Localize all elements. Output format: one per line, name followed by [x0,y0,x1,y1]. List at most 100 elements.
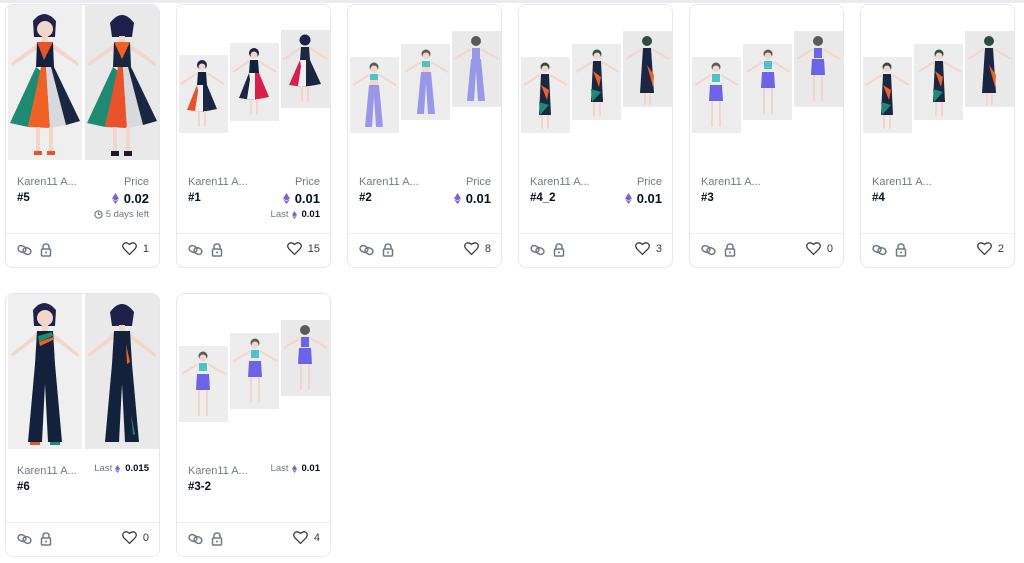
ethereum-icon [453,193,461,204]
card-footer: 8 [348,233,501,267]
card-info: Karen11 A... #5 Price 0.02 5 days left [6,160,159,236]
favorite-count: 1 [142,242,149,255]
collection-name[interactable]: Karen11 A... [872,176,932,188]
collection-name[interactable]: Karen11 A... [701,176,761,188]
ethereum-icon [282,193,290,204]
time-left: 5 days left [94,209,149,220]
link-icon[interactable] [359,243,374,257]
card-info: Karen11 A... #2 Price 0.01 [348,160,501,236]
collection-name[interactable]: Karen11 A... [188,176,248,188]
lock-icon[interactable] [895,243,907,257]
card-info: Karen11 A... #1 Price 0.01 Last 0.01 [177,160,330,236]
price-label: Price [294,176,320,188]
link-icon[interactable] [872,243,887,257]
lock-icon[interactable] [553,243,565,257]
link-icon[interactable] [188,532,203,546]
nft-card[interactable]: Karen11 A... #6 Last 0.015 0 [5,293,160,557]
nft-card[interactable]: Karen11 A... #3-2 Last 0.01 4 [176,293,331,557]
collection-name[interactable]: Karen11 A... [359,176,419,188]
token-name[interactable]: #6 [17,481,30,493]
price-amount: 0.02 [123,191,149,206]
lock-icon[interactable] [211,243,223,257]
nft-image [179,320,330,422]
token-name[interactable]: #3-2 [188,481,211,493]
token-name[interactable]: #4_2 [530,192,556,204]
token-name[interactable]: #1 [188,192,201,204]
heart-icon [805,242,821,255]
nft-image [521,31,672,133]
last-amount: 0.015 [125,463,149,474]
link-icon[interactable] [17,243,32,257]
last-amount: 0.01 [301,463,321,474]
ethereum-icon [111,193,119,204]
link-icon[interactable] [701,243,716,257]
favorite-count: 15 [307,242,320,255]
heart-icon [634,242,650,255]
collection-name[interactable]: Karen11 A... [17,465,77,477]
nft-card[interactable]: Karen11 A... #4 2 [860,4,1015,268]
collection-name[interactable]: Karen11 A... [17,176,77,188]
nft-card[interactable]: Karen11 A... #1 Price 0.01 Last 0.01 15 [176,4,331,268]
lock-icon[interactable] [40,243,52,257]
token-name[interactable]: #3 [701,192,714,204]
last-sale: Last 0.015 [94,463,149,474]
link-icon[interactable] [530,243,545,257]
lock-icon[interactable] [382,243,394,257]
token-name[interactable]: #2 [359,192,372,204]
lock-icon[interactable] [211,532,223,546]
nft-preview[interactable] [519,5,672,160]
nft-card[interactable]: Karen11 A... #3 0 [689,4,844,268]
heart-icon [463,242,479,255]
favorite-button[interactable]: 0 [805,242,833,255]
last-label: Last [94,463,113,474]
favorite-button[interactable]: 2 [976,242,1004,255]
price-label: Price [465,176,491,188]
favorite-count: 8 [484,242,491,255]
card-footer: 3 [519,233,672,267]
last-sale: Last 0.01 [271,209,320,220]
card-footer: 0 [690,233,843,267]
nft-preview[interactable] [177,5,330,160]
time-left-text: 5 days left [105,209,149,220]
heart-icon [121,531,137,544]
ethereum-icon [115,464,121,473]
nft-preview[interactable] [6,294,159,449]
nft-preview[interactable] [861,5,1014,160]
price-value: 0.02 [111,191,149,206]
nft-card[interactable]: Karen11 A... #2 Price 0.01 8 [347,4,502,268]
nft-image [179,30,330,133]
lock-icon[interactable] [40,532,52,546]
nft-image [8,294,159,449]
nft-image [8,5,159,160]
link-icon[interactable] [188,243,203,257]
heart-icon [121,242,137,255]
nft-preview[interactable] [177,294,330,449]
link-icon[interactable] [17,532,32,546]
nft-preview[interactable] [348,5,501,160]
nft-card[interactable]: Karen11 A... #4_2 Price 0.01 3 [518,4,673,268]
favorite-button[interactable]: 1 [121,242,149,255]
favorite-button[interactable]: 0 [121,531,149,544]
ethereum-icon [291,464,297,473]
collection-name[interactable]: Karen11 A... [188,465,248,477]
nft-preview[interactable] [6,5,159,160]
nft-preview[interactable] [690,5,843,160]
favorite-button[interactable]: 3 [634,242,662,255]
token-name[interactable]: #5 [17,192,30,204]
favorite-button[interactable]: 8 [463,242,491,255]
price-amount: 0.01 [294,191,320,206]
price-value: 0.01 [624,191,662,206]
favorite-button[interactable]: 15 [286,242,320,255]
lock-icon[interactable] [724,243,736,257]
nft-card[interactable]: Karen11 A... #5 Price 0.02 5 days left 1 [5,4,160,268]
heart-icon [286,242,302,255]
clock-icon [94,210,103,219]
token-name[interactable]: #4 [872,192,885,204]
collection-name[interactable]: Karen11 A... [530,176,590,188]
favorite-button[interactable]: 4 [292,531,320,544]
last-label: Last [270,209,289,220]
last-amount: 0.01 [301,209,321,220]
price-value: 0.01 [453,191,491,206]
favorite-count: 2 [997,242,1004,255]
favorite-count: 4 [313,531,320,544]
